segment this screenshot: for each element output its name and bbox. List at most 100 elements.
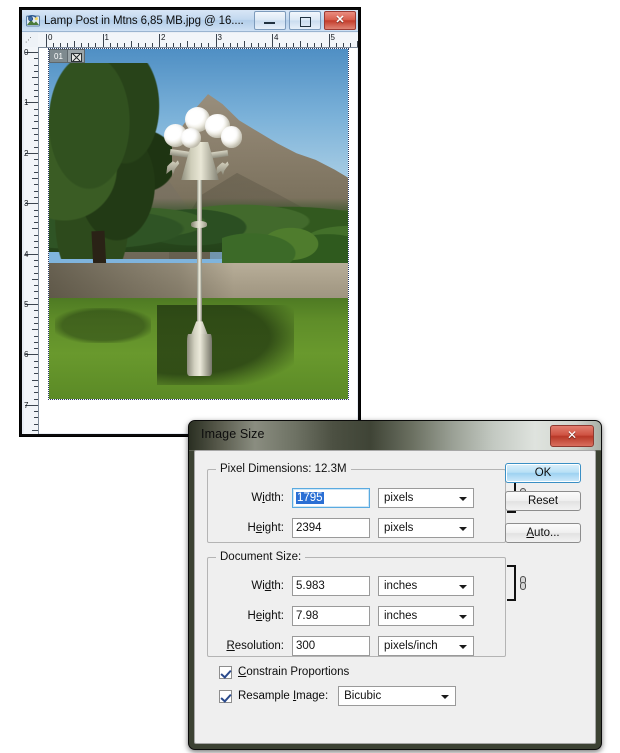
minimize-button[interactable]	[254, 11, 286, 30]
ruler-label: 2	[161, 33, 166, 42]
doc-height-unit-select[interactable]: inches	[378, 606, 474, 626]
ruler-tick	[60, 43, 62, 47]
document-size-group: Document Size: Width: 5.983 inches Heigh…	[207, 551, 506, 657]
ruler-tick	[279, 43, 281, 47]
ruler-tick	[34, 108, 38, 110]
doc-height-input[interactable]: 7.98	[292, 606, 370, 626]
pixel-width-value: 1795	[296, 492, 324, 504]
ruler-tick	[34, 259, 38, 261]
ruler-tick	[34, 133, 38, 135]
ruler-tick	[32, 127, 38, 129]
ruler-tick	[32, 278, 38, 280]
ruler-tick	[34, 417, 38, 419]
constrain-proportions-label: Constrain Proportions	[238, 666, 350, 678]
auto-button[interactable]: Auto...	[505, 523, 581, 543]
ruler-tick	[130, 41, 132, 47]
minimize-icon	[264, 22, 275, 24]
ruler-tick	[34, 215, 38, 217]
ruler-tick	[34, 171, 38, 173]
reset-button[interactable]: Reset	[505, 491, 581, 511]
ruler-tick	[34, 115, 38, 116]
ruler-tick	[34, 335, 38, 337]
ruler-tick	[314, 43, 316, 47]
pixel-width-input[interactable]: 1795	[292, 488, 370, 508]
resample-method-value: Bicubic	[344, 690, 382, 702]
pixel-height-unit-select[interactable]: pixels	[378, 518, 474, 538]
ruler-tick	[34, 322, 38, 324]
chevron-down-icon	[459, 527, 467, 531]
ruler-tick	[34, 316, 38, 318]
image-canvas[interactable]: 01	[48, 48, 349, 400]
ruler-label: 5	[330, 33, 335, 42]
ruler-tick	[34, 423, 38, 425]
ruler-tick	[34, 184, 38, 186]
chevron-down-icon	[459, 645, 467, 649]
pixel-width-unit-select[interactable]: pixels	[378, 488, 474, 508]
doc-resolution-row: Resolution: 300 pixels/inch	[208, 635, 474, 657]
ruler-tick	[34, 341, 38, 343]
canvas-tab-number: 01	[49, 49, 67, 63]
ruler-tick	[74, 41, 76, 47]
canvas-layer-tab[interactable]: 01	[49, 49, 85, 63]
ruler-tick	[151, 43, 153, 47]
ruler-tick	[34, 241, 38, 242]
image-size-dialog[interactable]: Image Size ✕ Pixel Dimensions: 12.3M Wid…	[188, 420, 602, 750]
doc-resolution-input[interactable]: 300	[292, 636, 370, 656]
ok-button[interactable]: OK	[505, 463, 581, 483]
doc-width-input[interactable]: 5.983	[292, 576, 370, 596]
ruler-tick	[34, 348, 38, 350]
ruler-label: 5	[24, 300, 29, 309]
ruler-tick	[335, 43, 337, 47]
ruler-tick	[32, 228, 38, 230]
ruler-tick	[32, 329, 38, 331]
ruler-tick	[34, 411, 38, 413]
pixel-height-input[interactable]: 2394	[292, 518, 370, 538]
doc-resolution-unit-select[interactable]: pixels/inch	[378, 636, 474, 656]
ruler-tick	[264, 43, 266, 47]
close-button[interactable]: ✕	[324, 11, 356, 30]
ruler-origin-corner[interactable]: ⋰	[24, 33, 39, 48]
horizontal-ruler[interactable]: 0 1 2 3 4 5	[38, 33, 358, 48]
image-document-window[interactable]: Lamp Post in Mtns 6,85 MB.jpg @ 16.... ✕…	[20, 8, 360, 436]
chevron-down-icon	[459, 497, 467, 501]
ruler-tick	[173, 43, 175, 47]
ruler-tick	[250, 43, 252, 47]
ruler-tick	[34, 96, 38, 98]
ruler-tick	[166, 43, 168, 47]
resample-image-row[interactable]: Resample Image: Bicubic	[219, 686, 457, 706]
doc-width-label: Width:	[251, 580, 284, 592]
ruler-tick	[34, 297, 38, 299]
restore-button[interactable]	[289, 11, 321, 30]
pixel-width-row: Width: 1795 pixels	[208, 487, 474, 509]
vertical-ruler[interactable]: 0 1 2 3 4 5 6 7	[24, 47, 39, 434]
ruler-tick	[34, 360, 38, 362]
constrain-proportions-checkbox[interactable]	[219, 665, 232, 679]
ruler-tick	[34, 83, 38, 85]
ruler-tick	[243, 41, 245, 47]
ruler-tick	[293, 43, 295, 47]
pixel-dimensions-legend: Pixel Dimensions: 12.3M	[220, 463, 347, 475]
ruler-tick	[300, 41, 302, 47]
doc-width-unit-select[interactable]: inches	[378, 576, 474, 596]
ruler-label: 3	[217, 33, 222, 42]
ruler-tick	[109, 43, 111, 47]
resample-method-select[interactable]: Bicubic	[338, 686, 457, 706]
ruler-tick	[32, 178, 38, 179]
ruler-tick	[34, 159, 38, 161]
ruler-tick	[34, 285, 38, 287]
ruler-tick	[34, 266, 38, 268]
dialog-titlebar[interactable]: Image Size ✕	[189, 421, 601, 451]
ruler-tick	[34, 392, 38, 394]
ruler-label: 0	[24, 48, 29, 57]
pixel-dimensions-group: Pixel Dimensions: 12.3M Width: 1795 pixe…	[207, 463, 506, 543]
constrain-proportions-row[interactable]: Constrain Proportions	[219, 663, 349, 681]
dialog-close-button[interactable]: ✕	[550, 425, 594, 447]
resample-image-checkbox[interactable]	[219, 689, 232, 703]
ruler-label: 6	[24, 350, 29, 360]
canvas-area[interactable]: 01	[39, 48, 357, 433]
image-thumbnail-icon[interactable]	[66, 49, 85, 63]
image-window-titlebar[interactable]: Lamp Post in Mtns 6,85 MB.jpg @ 16.... ✕	[22, 10, 358, 32]
pixel-height-unit-value: pixels	[384, 522, 414, 534]
ruler-tick	[229, 43, 231, 47]
photo-lamp-post-in-mountains	[49, 49, 348, 399]
